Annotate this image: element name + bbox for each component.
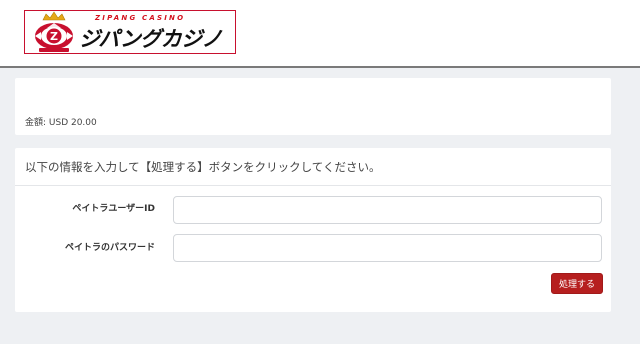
divider: [15, 185, 611, 186]
header-bar: Z ZIPANG CASINO ジパングカジノ: [0, 0, 640, 68]
amount-panel: 金額: USD 20.00: [15, 78, 611, 135]
password-input[interactable]: [173, 234, 602, 262]
zipang-casino-logo[interactable]: Z ZIPANG CASINO ジパングカジノ: [24, 10, 236, 54]
logo-title: ジパングカジノ: [79, 27, 222, 51]
password-label: ペイトラのパスワード: [64, 243, 155, 253]
user-id-input[interactable]: [173, 196, 602, 224]
roulette-crown-icon: Z: [35, 11, 73, 52]
submit-button[interactable]: 処理する: [551, 273, 603, 294]
instruction-text: 以下の情報を入力して【処理する】ボタンをクリックしてください。: [25, 160, 381, 174]
payment-form-panel: 以下の情報を入力して【処理する】ボタンをクリックしてください。 ペイトラユーザー…: [15, 148, 611, 312]
svg-text:Z: Z: [50, 30, 58, 43]
amount-text: 金額: USD 20.00: [25, 118, 97, 128]
user-id-label: ペイトラユーザーID: [72, 204, 155, 214]
logo-subtitle: ZIPANG CASINO: [95, 14, 186, 22]
